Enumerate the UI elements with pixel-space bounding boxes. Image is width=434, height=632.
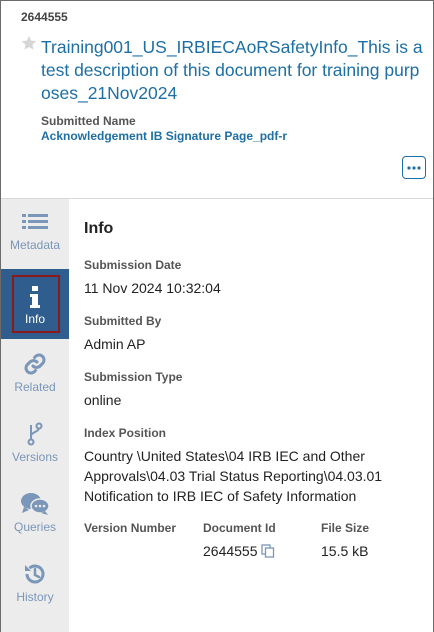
file-size-label: File Size — [321, 521, 370, 535]
sidebar: Metadata Info Related Versions Queries H… — [1, 199, 69, 632]
version-number-label: Version Number — [84, 521, 177, 535]
sidebar-item-label: Versions — [11, 450, 59, 464]
submission-type-label: Submission Type — [84, 370, 183, 384]
document-id-label: Document Id — [203, 521, 276, 535]
star-icon[interactable] — [20, 34, 38, 52]
sidebar-item-label: Related — [14, 380, 56, 394]
sidebar-item-related[interactable]: Related — [1, 339, 69, 409]
sidebar-item-versions[interactable]: Versions — [1, 409, 69, 479]
branch-icon — [27, 422, 43, 446]
submission-date-value: 11 Nov 2024 10:32:04 — [84, 280, 221, 296]
index-position-label: Index Position — [84, 426, 167, 440]
submitted-name-link[interactable]: Acknowledgement IB Signature Page_pdf-r — [41, 129, 287, 143]
focus-outline — [12, 275, 60, 333]
chat-icon — [21, 493, 50, 515]
sidebar-item-label: Queries — [13, 520, 57, 534]
ellipsis-icon — [407, 165, 421, 170]
sidebar-item-metadata[interactable]: Metadata — [1, 199, 69, 269]
section-title: Info — [84, 220, 114, 237]
index-position-value: Country \United States\04 IRB IEC and Ot… — [84, 448, 383, 504]
sidebar-item-queries[interactable]: Queries — [1, 479, 69, 549]
copy-icon[interactable] — [260, 544, 275, 558]
submission-type-value: online — [84, 392, 122, 408]
submitted-by-label: Submitted By — [84, 314, 162, 328]
more-actions-button[interactable] — [402, 156, 426, 179]
sidebar-item-label: History — [16, 590, 54, 604]
sidebar-item-history[interactable]: History — [1, 549, 69, 619]
list-icon — [22, 214, 48, 229]
sidebar-item-info[interactable]: Info — [1, 269, 69, 339]
history-icon — [25, 564, 45, 584]
file-size-value: 15.5 kB — [321, 543, 369, 559]
submitted-name-label: Submitted Name — [41, 114, 136, 128]
submission-date-label: Submission Date — [84, 258, 182, 272]
link-icon — [24, 353, 46, 375]
document-panel: 2644555 Training001_US_IRBIECAoRSafetyIn… — [0, 0, 434, 632]
document-title[interactable]: Training001_US_IRBIECAoRSafetyInfo_This … — [41, 36, 427, 105]
document-id-field: 2644555 — [203, 543, 275, 559]
sidebar-item-label: Metadata — [9, 238, 61, 252]
submitted-by-value: Admin AP — [84, 336, 146, 352]
document-id: 2644555 — [21, 10, 68, 24]
document-header: 2644555 Training001_US_IRBIECAoRSafetyIn… — [1, 1, 433, 199]
document-id-value: 2644555 — [203, 543, 258, 559]
info-panel: Info Submission Date 11 Nov 2024 10:32:0… — [69, 199, 433, 632]
